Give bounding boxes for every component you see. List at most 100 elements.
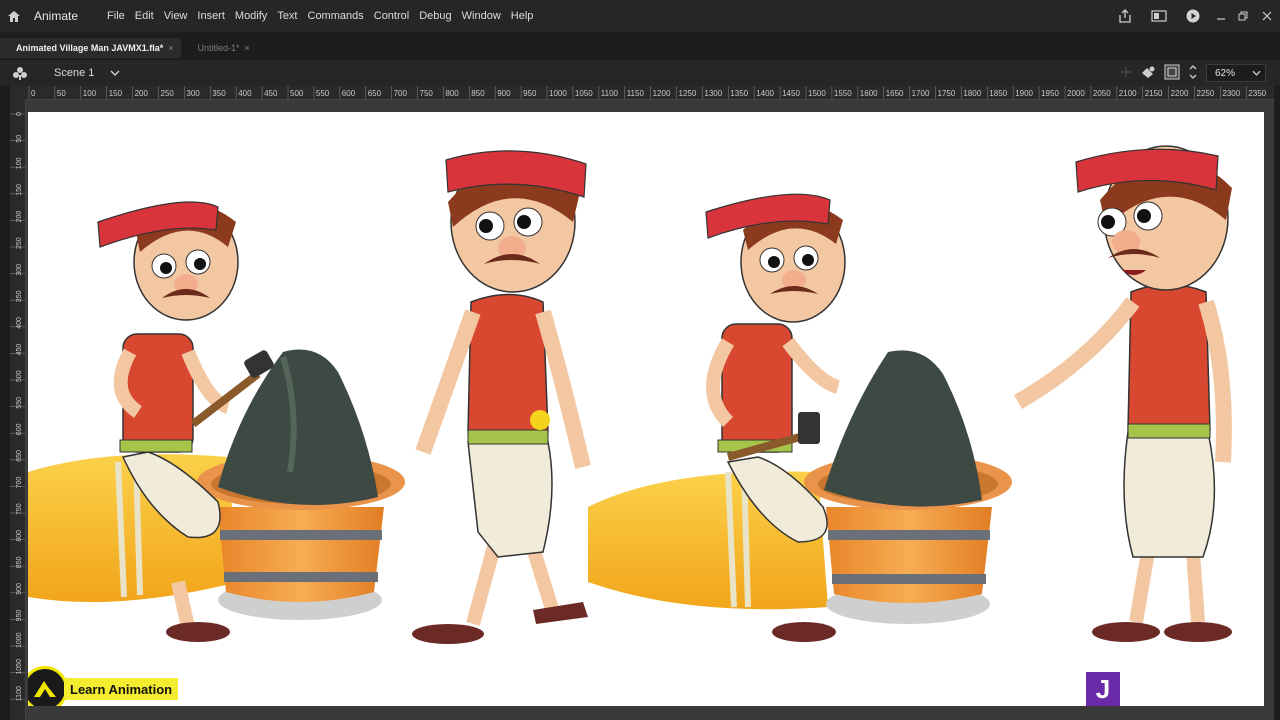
chevron-down-icon: [1252, 70, 1261, 76]
horizontal-ruler: 0 50 100 150 200 250 300 350 400 450 500 550 600 650 7…: [26, 86, 1274, 100]
ruler-label: 1600: [860, 89, 878, 98]
tab-label: Animated Village Man JAVMX1.fla*: [16, 43, 164, 53]
chevron-down-icon[interactable]: [110, 68, 120, 79]
logo-text: Learn Animation: [64, 678, 179, 700]
tab-animated-village-man[interactable]: Animated Village Man JAVMX1.fla* ×: [0, 38, 182, 58]
workspace-icon[interactable]: [1142, 10, 1176, 22]
ruler-label: 2300: [1222, 89, 1240, 98]
ruler-label: 150: [109, 89, 123, 98]
village-man-talking: [1014, 145, 1232, 642]
menu-window[interactable]: Window: [457, 10, 506, 22]
center-stage-icon[interactable]: [1188, 64, 1198, 83]
ruler-label: 650: [368, 89, 382, 98]
ruler-label: 400: [238, 89, 252, 98]
menu-bar: Animate File Edit View Insert Modify Tex…: [0, 0, 1280, 32]
ruler-label: 250: [161, 89, 175, 98]
ruler-label: 400: [16, 317, 23, 329]
logo-emblem-icon: [28, 666, 68, 706]
close-tab-icon[interactable]: ×: [245, 43, 250, 53]
ruler-label: 1100: [601, 89, 619, 98]
ruler-label: 0: [16, 112, 23, 116]
ruler-label: 2350: [1248, 89, 1266, 98]
ruler-label: 1650: [886, 89, 904, 98]
ruler-label: 600: [16, 423, 23, 435]
ruler-label: 700: [16, 477, 23, 489]
ruler-label: 1550: [834, 89, 852, 98]
edit-symbols-icon[interactable]: [0, 66, 40, 80]
ruler-label: 1200: [653, 89, 671, 98]
document-tabs: Animated Village Man JAVMX1.fla* × Untit…: [0, 38, 1280, 58]
home-icon[interactable]: [0, 0, 28, 32]
menu-text[interactable]: Text: [272, 10, 302, 22]
ruler-label: 1900: [1015, 89, 1033, 98]
ruler-label: 1700: [912, 89, 930, 98]
ruler-label: 1000: [549, 89, 567, 98]
ruler-label: 2100: [1119, 89, 1137, 98]
tab-untitled-1[interactable]: Untitled-1* ×: [181, 38, 257, 58]
ruler-corner: [10, 86, 26, 100]
test-movie-icon[interactable]: [1176, 9, 1210, 23]
ruler-label: 500: [290, 89, 304, 98]
menu-view[interactable]: View: [159, 10, 193, 22]
menu-edit[interactable]: Edit: [130, 10, 159, 22]
zoom-select[interactable]: 62%: [1206, 64, 1266, 82]
ruler-label: 1050: [575, 89, 593, 98]
menu-file[interactable]: File: [102, 10, 130, 22]
ruler-label: 250: [16, 237, 23, 249]
ruler-label: 1350: [730, 89, 748, 98]
zoom-value: 62%: [1215, 67, 1236, 79]
ruler-label: 450: [264, 89, 278, 98]
menu-commands[interactable]: Commands: [303, 10, 369, 22]
snap-icon[interactable]: [1120, 66, 1132, 81]
main-menu: File Edit View Insert Modify Text Comman…: [102, 10, 538, 22]
tab-label: Untitled-1*: [197, 43, 240, 53]
menu-help[interactable]: Help: [506, 10, 539, 22]
ruler-label: 500: [16, 370, 23, 382]
clip-stage-icon[interactable]: [1164, 64, 1180, 83]
close-tab-icon[interactable]: ×: [168, 43, 173, 53]
camera-icon[interactable]: [1140, 65, 1156, 82]
close-window-icon[interactable]: [1254, 11, 1280, 21]
ruler-label: 100: [16, 157, 23, 169]
ruler-label: 1000: [16, 632, 23, 648]
ruler-label: 1500: [808, 89, 826, 98]
bucket-left: [197, 349, 405, 620]
ruler-label: 200: [135, 89, 149, 98]
pasteboard[interactable]: Learn Animation J: [26, 100, 1274, 720]
ruler-label: 1450: [782, 89, 800, 98]
minimize-icon[interactable]: [1210, 11, 1232, 21]
menu-debug[interactable]: Debug: [414, 10, 456, 22]
ruler-label: 50: [57, 89, 66, 98]
scene-name[interactable]: Scene 1: [54, 67, 94, 79]
menu-insert[interactable]: Insert: [192, 10, 230, 22]
ruler-label: 900: [497, 89, 511, 98]
ruler-label: 300: [16, 264, 23, 276]
ruler-label: 550: [16, 397, 23, 409]
menu-modify[interactable]: Modify: [230, 10, 272, 22]
app-name: Animate: [34, 9, 79, 23]
learn-animation-logo: Learn Animation: [28, 666, 192, 706]
ruler-label: 1150: [627, 89, 645, 98]
restore-icon[interactable]: [1232, 11, 1254, 21]
menu-control[interactable]: Control: [369, 10, 414, 22]
ruler-label: 1950: [1041, 89, 1059, 98]
ruler-label: 2050: [1093, 89, 1111, 98]
ruler-label: 350: [16, 290, 23, 302]
ruler-label: 2200: [1171, 89, 1189, 98]
stage-artwork: [28, 145, 1232, 644]
ruler-label: 700: [394, 89, 408, 98]
ruler-label: 0: [31, 89, 36, 98]
ruler-label: 850: [471, 89, 485, 98]
ruler-label: 1400: [756, 89, 774, 98]
cursor-highlight: [530, 410, 550, 430]
ruler-label: 200: [16, 211, 23, 223]
ruler-label: 950: [523, 89, 537, 98]
share-icon[interactable]: [1108, 9, 1142, 23]
horizontal-ruler-ticks: 0 50 100 150 200 250 300 350 400 450 500 550 600 650 7…: [28, 86, 1267, 99]
ruler-label: 1250: [679, 89, 697, 98]
window-controls: [1108, 0, 1280, 32]
edit-bar: Scene 1 62%: [0, 60, 1280, 86]
stage[interactable]: Learn Animation J: [28, 112, 1264, 706]
ruler-label: 650: [16, 450, 23, 462]
vertical-scrollbar[interactable]: [1274, 86, 1280, 720]
